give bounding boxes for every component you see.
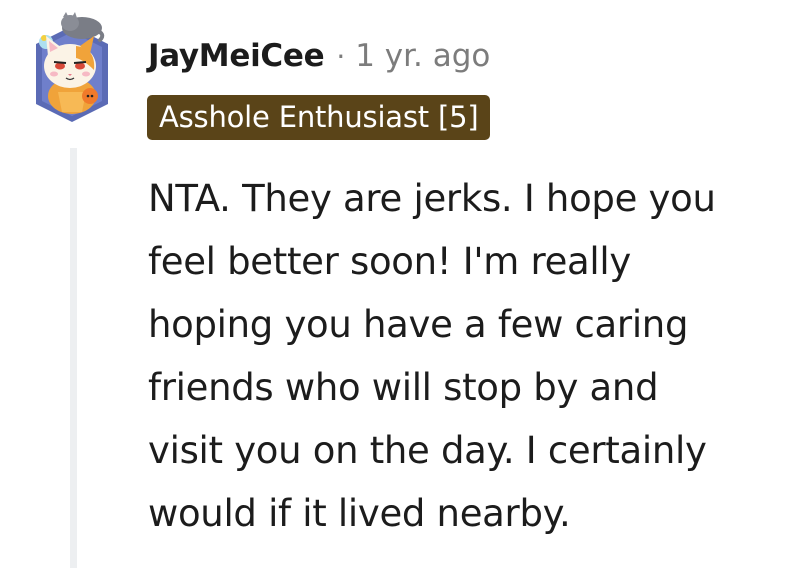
meta-separator: · — [336, 39, 346, 73]
comment-body: NTA. They are jerks. I hope you feel bet… — [148, 177, 716, 535]
comment: JayMeiCee · 1 yr. ago Asshole Enthusiast… — [0, 0, 804, 568]
username-link[interactable]: JayMeiCee — [148, 38, 325, 74]
comment-meta: JayMeiCee · 1 yr. ago — [148, 34, 490, 78]
user-flair: Asshole Enthusiast [5] — [147, 95, 491, 140]
user-avatar[interactable] — [30, 12, 114, 124]
cat-avatar-icon — [36, 12, 108, 122]
thread-line[interactable] — [70, 148, 77, 568]
timestamp[interactable]: 1 yr. ago — [355, 38, 490, 74]
